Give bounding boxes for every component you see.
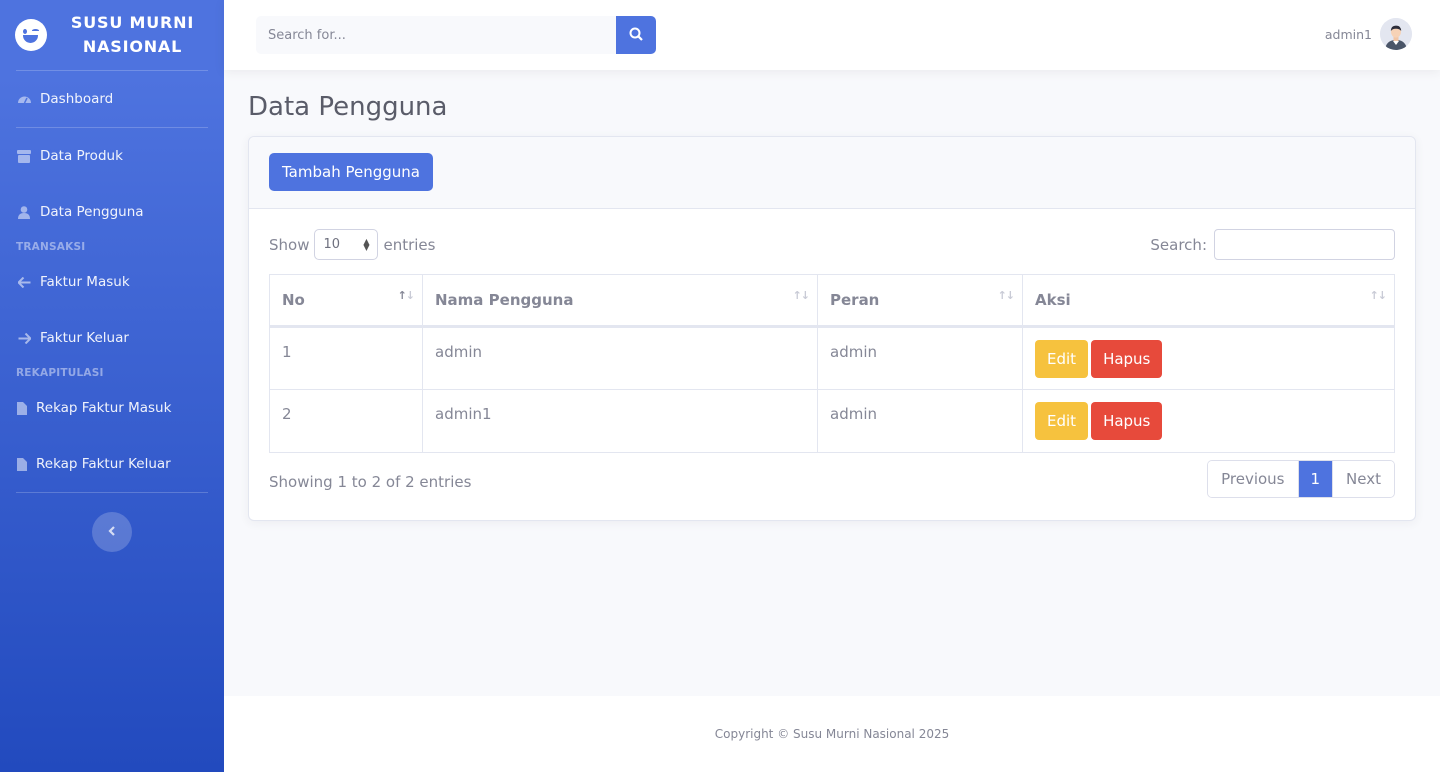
search-input[interactable] <box>256 16 616 54</box>
page-title: Data Pengguna <box>248 92 448 122</box>
card-header: Tambah Pengguna <box>249 137 1415 209</box>
sidebar-toggle-button[interactable] <box>92 512 132 552</box>
sidebar-item-label: Faktur Keluar <box>40 330 129 346</box>
sidebar-item-label: Rekap Faktur Keluar <box>36 456 171 472</box>
cell-aksi: Edit Hapus <box>1022 326 1395 390</box>
entries-label: entries <box>383 235 436 254</box>
search-icon <box>629 26 643 45</box>
sidebar-heading-transaksi: TRANSAKSI <box>16 241 86 253</box>
cell-peran: admin <box>817 389 1023 453</box>
avatar <box>1380 18 1412 50</box>
users-table: No ↑↓ Nama Pengguna ↑↓ Peran ↑↓ Aksi ↑↓ <box>269 274 1395 453</box>
column-header-no[interactable]: No ↑↓ <box>269 274 423 328</box>
cell-nama: admin <box>422 326 818 390</box>
delete-button[interactable]: Hapus <box>1091 340 1163 378</box>
cell-no: 2 <box>269 389 423 453</box>
sidebar-item-dashboard[interactable]: Dashboard <box>0 71 224 127</box>
footer: Copyright © Susu Murni Nasional 2025 <box>224 696 1440 772</box>
pagination: Previous 1 Next <box>1207 460 1395 498</box>
sidebar-brand[interactable]: SUSU MURNI NASIONAL <box>0 0 224 70</box>
cell-peran: admin <box>817 326 1023 390</box>
laugh-wink-icon <box>15 19 47 51</box>
copyright-text: Copyright © Susu Murni Nasional 2025 <box>714 727 950 741</box>
cell-no: 1 <box>269 326 423 390</box>
file-icon <box>16 457 28 471</box>
table-info: Showing 1 to 2 of 2 entries <box>269 473 472 491</box>
table-row: 1 admin admin Edit Hapus <box>269 326 1395 390</box>
sidebar-item-faktur-keluar[interactable]: Faktur Keluar <box>0 310 224 366</box>
table-row: 2 admin1 admin Edit Hapus <box>269 389 1395 453</box>
pagination-page[interactable]: 1 <box>1297 461 1333 497</box>
entries-select[interactable]: 10 ▲ ▼ <box>314 229 379 260</box>
add-user-button[interactable]: Tambah Pengguna <box>269 153 433 191</box>
column-header-aksi[interactable]: Aksi ↑↓ <box>1022 274 1395 328</box>
sidebar-heading-rekapitulasi: REKAPITULASI <box>16 367 104 379</box>
edit-button[interactable]: Edit <box>1035 340 1089 378</box>
arrow-left-icon <box>16 275 32 289</box>
sidebar-item-label: Faktur Masuk <box>40 274 130 290</box>
filter-label: Search: <box>1150 235 1207 254</box>
username: admin1 <box>1324 26 1372 42</box>
users-card: Tambah Pengguna Show 10 ▲ ▼ entries Searc… <box>248 136 1416 521</box>
sidebar-item-data-produk[interactable]: Data Produk <box>0 128 224 184</box>
sidebar-item-label: Data Pengguna <box>40 204 144 220</box>
sort-icon: ↑↓ <box>1369 289 1387 302</box>
show-label: Show <box>269 235 310 254</box>
brand-name: SUSU MURNI NASIONAL <box>70 13 195 56</box>
column-header-nama-pengguna[interactable]: Nama Pengguna ↑↓ <box>422 274 818 328</box>
pagination-previous[interactable]: Previous <box>1208 461 1298 497</box>
sidebar-item-rekap-faktur-keluar[interactable]: Rekap Faktur Keluar <box>0 436 224 492</box>
edit-button[interactable]: Edit <box>1035 402 1089 440</box>
table-filter: Search: <box>1150 229 1395 260</box>
sort-arrows-icon: ▲ ▼ <box>363 236 370 252</box>
file-icon <box>16 401 28 415</box>
sidebar-item-label: Data Produk <box>40 148 123 164</box>
entries-length: Show 10 ▲ ▼ entries <box>269 229 435 260</box>
topbar-search <box>256 16 656 54</box>
sidebar-item-rekap-faktur-masuk[interactable]: Rekap Faktur Masuk <box>0 380 224 436</box>
tachometer-icon <box>16 92 32 106</box>
column-header-peran[interactable]: Peran ↑↓ <box>817 274 1023 328</box>
box-icon <box>16 149 32 163</box>
sidebar: SUSU MURNI NASIONAL Dashboard Data Produ… <box>0 0 224 772</box>
delete-button[interactable]: Hapus <box>1091 402 1163 440</box>
entries-select-value: 10 <box>323 237 341 252</box>
table-header-row: No ↑↓ Nama Pengguna ↑↓ Peran ↑↓ Aksi ↑↓ <box>269 274 1395 328</box>
topbar: admin1 <box>224 0 1440 70</box>
cell-nama: admin1 <box>422 389 818 453</box>
sidebar-item-faktur-masuk[interactable]: Faktur Masuk <box>0 254 224 310</box>
user-dropdown[interactable]: admin1 <box>1325 18 1412 50</box>
sort-icon: ↑↓ <box>397 289 415 302</box>
user-icon <box>16 205 32 219</box>
cell-aksi: Edit Hapus <box>1022 389 1395 453</box>
search-button[interactable] <box>616 16 656 54</box>
table-search-input[interactable] <box>1214 229 1395 260</box>
sort-icon: ↑↓ <box>792 289 810 302</box>
sidebar-item-label: Dashboard <box>40 91 114 107</box>
pagination-next[interactable]: Next <box>1332 461 1394 497</box>
chevron-left-icon <box>108 524 116 540</box>
arrow-right-icon <box>16 331 32 345</box>
sort-icon: ↑↓ <box>997 289 1015 302</box>
sidebar-item-label: Rekap Faktur Masuk <box>36 400 172 416</box>
sidebar-item-data-pengguna[interactable]: Data Pengguna <box>0 184 224 240</box>
datatable-controls: Show 10 ▲ ▼ entries Search: <box>269 229 1395 260</box>
sidebar-divider <box>16 492 208 493</box>
